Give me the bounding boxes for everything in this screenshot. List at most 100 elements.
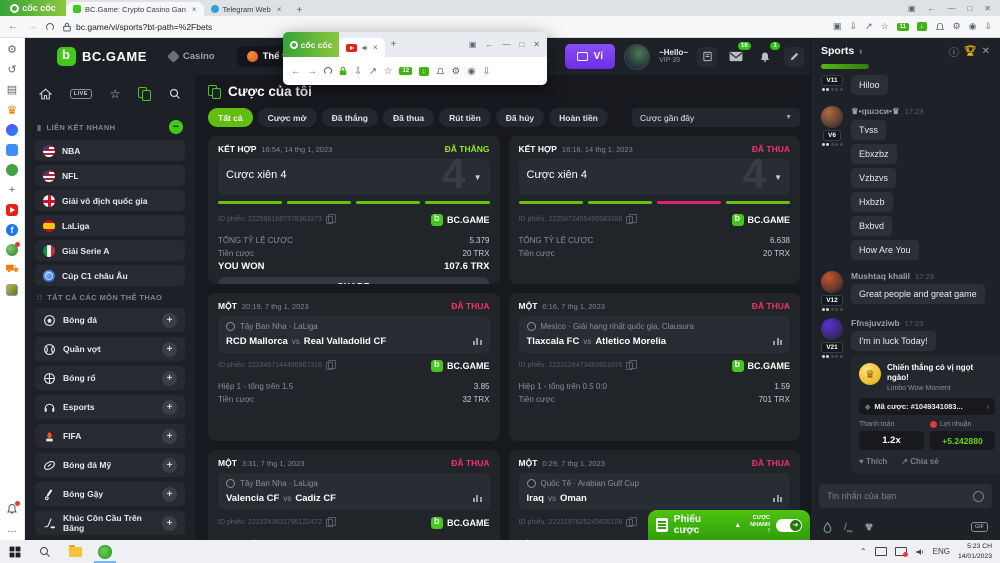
network-icon[interactable] xyxy=(875,547,887,556)
popup-minimize-icon[interactable]: — xyxy=(502,40,510,49)
match-summary[interactable]: Tây Ban Nha · LaLiga RCD Mallorca vs Rea… xyxy=(218,316,490,353)
popup-pip-icon[interactable]: ▣ xyxy=(469,40,477,49)
downloads-tray-icon[interactable]: ⇩ xyxy=(984,21,992,32)
coc-coc-taskbar-icon[interactable] xyxy=(90,540,120,563)
sport-item[interactable]: FIFA + xyxy=(35,424,185,448)
minimize-button[interactable]: — xyxy=(947,4,955,13)
popup-restore-icon[interactable]: ← xyxy=(485,40,493,49)
filter-pill[interactable]: Đã thua xyxy=(383,108,434,127)
popup-reload-icon[interactable] xyxy=(324,67,332,75)
notification-bell-icon[interactable] xyxy=(935,22,945,32)
tray-expand-icon[interactable]: ⌃ xyxy=(860,547,867,556)
match-summary[interactable]: Quốc Tế · Arabian Gulf Cup Iraq vs Oman xyxy=(519,473,791,510)
close-tab-icon[interactable]: × xyxy=(277,5,282,14)
file-explorer-icon[interactable] xyxy=(60,540,90,563)
popup-maximize-icon[interactable]: □ xyxy=(519,40,524,49)
emoji-icon[interactable] xyxy=(973,491,984,502)
popup-youtube-tab[interactable]: × xyxy=(339,38,385,57)
popup-browser-window[interactable]: cốc cốc × + ▣ ← — □ ✕ ← → ⇩ ↗ ☆ 12 xyxy=(283,32,547,85)
chat-avatar[interactable] xyxy=(821,106,843,128)
filter-pill[interactable]: Hoàn tiền xyxy=(549,108,608,127)
favorites-star-icon[interactable]: ☆ xyxy=(110,87,121,101)
facebook-icon[interactable]: f xyxy=(6,223,19,236)
quick-bet-toggle[interactable] xyxy=(776,519,802,532)
game-thumbnail-icon[interactable] xyxy=(6,283,19,296)
clover-icon[interactable] xyxy=(864,522,874,532)
url-box[interactable]: bc.game/vi/sports?bt-path=%2Fbets xyxy=(63,22,212,32)
forward-icon[interactable]: → xyxy=(27,21,37,32)
popup-close-icon[interactable]: ✕ xyxy=(533,40,540,49)
popup-download-icon[interactable]: ⇩ xyxy=(354,66,362,77)
bet-card[interactable]: MỘT6:16, 7 thg 1, 2023 ĐÃ THUA Mexico · … xyxy=(509,293,801,441)
filter-pill[interactable]: Cược mở xyxy=(258,108,317,127)
popup-profile-icon[interactable]: ◉ xyxy=(467,66,475,77)
chevron-down-icon[interactable]: ▼ xyxy=(774,173,782,182)
bet-card[interactable]: KẾT HỢP16:54, 14 thg 1, 2023 ĐÃ THẮNG Cư… xyxy=(208,136,500,284)
bookmark-star-icon[interactable]: ☆ xyxy=(881,21,889,32)
bet-card[interactable]: MỘT20:19, 7 thg 1, 2023 ĐÃ THUA Tây Ban … xyxy=(208,293,500,441)
expand-plus-icon[interactable]: + xyxy=(162,400,177,415)
quick-link-item[interactable]: NFL xyxy=(35,165,185,186)
monitor-alert-icon[interactable] xyxy=(895,547,907,556)
sport-item[interactable]: Bóng đá + xyxy=(35,308,185,332)
sports-dot-icon[interactable] xyxy=(6,243,19,256)
stats-chart-icon[interactable] xyxy=(473,495,482,502)
clock[interactable]: 5:23 CH14/01/2023 xyxy=(958,542,992,560)
user-avatar[interactable] xyxy=(624,44,650,70)
share-button[interactable]: SHARE xyxy=(218,277,490,284)
popup-green-download-icon[interactable]: ↓ xyxy=(419,67,429,76)
green-download-icon[interactable]: ↓ xyxy=(917,22,927,31)
language-indicator[interactable]: ENG xyxy=(933,547,950,556)
crown-icon[interactable]: ♛ xyxy=(6,103,19,116)
sport-item[interactable]: Esports + xyxy=(35,395,185,419)
cart-icon[interactable]: ⛟ xyxy=(6,263,19,276)
filter-pill[interactable]: Đã hủy xyxy=(496,108,544,127)
popup-bell-icon[interactable] xyxy=(436,67,445,76)
screenshot-icon[interactable]: ▣ xyxy=(833,21,842,32)
user-name-block[interactable]: ~Hello~ VIP 39 xyxy=(659,48,688,66)
copy-icon[interactable] xyxy=(326,216,333,224)
copy-icon[interactable] xyxy=(626,519,633,527)
home-icon[interactable] xyxy=(39,88,52,100)
match-summary[interactable]: Tây Ban Nha · LaLiga Valencia CF vs Cadi… xyxy=(218,473,490,510)
close-popup-tab-icon[interactable]: × xyxy=(373,43,378,52)
extensions-icon[interactable]: ⚙ xyxy=(953,21,961,32)
sport-item[interactable]: Bóng Gậy + xyxy=(35,482,185,506)
chat-username[interactable]: ♛•qɯɔcи•♛ xyxy=(851,106,900,117)
popup-forward-icon[interactable]: → xyxy=(308,66,318,77)
bcgame-logo[interactable]: BC.GAME xyxy=(57,47,147,66)
speaker-icon[interactable] xyxy=(915,547,925,557)
collapse-icon[interactable]: − xyxy=(169,120,183,134)
nav-casino[interactable]: Casino xyxy=(169,51,215,62)
trophy-icon[interactable]: 🏆︎ xyxy=(964,46,977,57)
close-tab-icon[interactable]: × xyxy=(192,5,197,14)
tab-search-icon[interactable]: ▣ xyxy=(908,4,916,13)
copy-icon[interactable] xyxy=(626,362,633,370)
search-icon[interactable] xyxy=(169,88,181,100)
messenger-icon[interactable] xyxy=(6,123,19,136)
header-bell-icon[interactable]: 1 xyxy=(755,47,775,67)
match-summary[interactable]: Mexico · Giải hạng nhất quốc gia, Clausu… xyxy=(519,316,791,353)
chat-compose-icon[interactable] xyxy=(784,47,804,67)
stats-chart-icon[interactable] xyxy=(773,338,782,345)
close-button[interactable]: ✕ xyxy=(984,4,991,13)
popup-share-icon[interactable]: ↗ xyxy=(369,66,377,77)
combo-bet-summary[interactable]: Cược xiên 4 4 ▼ xyxy=(519,159,791,195)
copy-icon[interactable] xyxy=(326,362,333,370)
mail-icon[interactable]: 16 xyxy=(726,47,746,67)
filter-pill[interactable]: Rút tiền xyxy=(439,108,491,127)
quick-link-item[interactable]: LaLiga xyxy=(35,215,185,236)
share-bet-button[interactable]: ↗ Chia sẻ xyxy=(901,457,938,466)
back-icon[interactable]: ← xyxy=(8,21,18,32)
expand-plus-icon[interactable]: + xyxy=(162,429,177,444)
maximize-button[interactable]: □ xyxy=(967,4,972,13)
youtube-icon[interactable] xyxy=(6,203,19,216)
reload-icon[interactable] xyxy=(46,23,54,31)
download-icon[interactable]: ⇩ xyxy=(850,21,858,32)
copy-icon[interactable] xyxy=(326,519,333,527)
taskbar-search-icon[interactable] xyxy=(30,540,60,563)
chat-username[interactable]: Ffnsjuvziwb xyxy=(851,318,900,328)
chat-username[interactable]: Mushtaq khalil xyxy=(851,271,910,281)
like-button[interactable]: ♥ Thích xyxy=(859,457,887,466)
games-icon[interactable] xyxy=(6,163,19,176)
